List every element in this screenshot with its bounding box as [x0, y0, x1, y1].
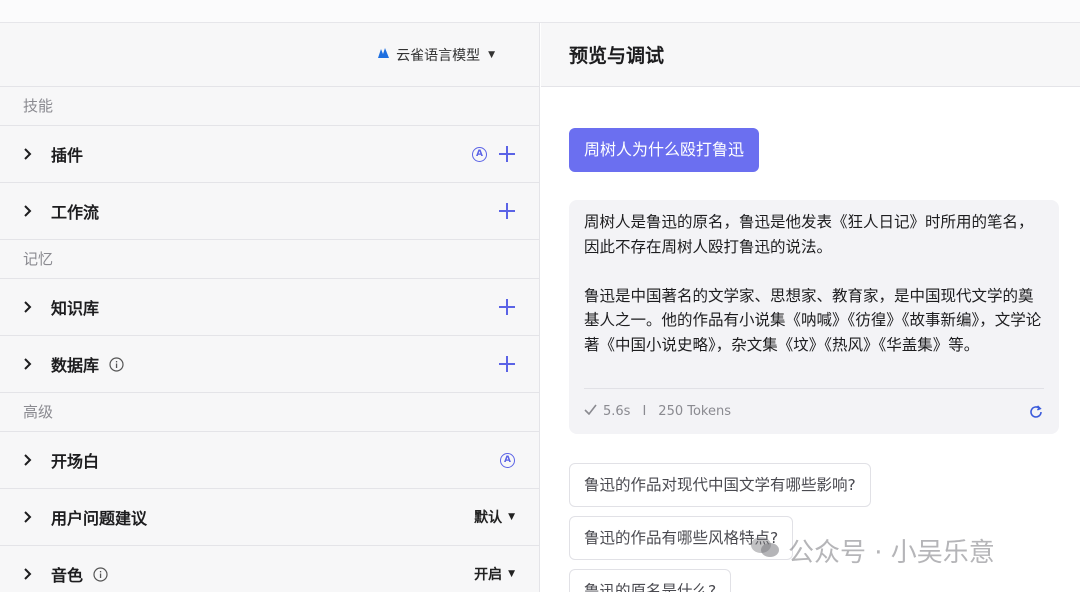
row-label: 音色	[51, 566, 84, 585]
row-plugins[interactable]: 插件 A	[0, 126, 539, 183]
info-icon[interactable]	[93, 566, 108, 582]
model-name: 云雀语言模型	[396, 48, 481, 64]
add-knowledge-button[interactable]	[499, 299, 515, 315]
info-icon[interactable]	[109, 356, 124, 372]
chevron-right-icon[interactable]	[23, 301, 39, 313]
preview-panel: 预览与调试 周树人为什么殴打鲁迅 周树人是鲁迅的原名，鲁迅是他发表《狂人日记》时…	[541, 23, 1080, 592]
auto-icon[interactable]: A	[472, 146, 487, 162]
row-opening[interactable]: 开场白 A	[0, 432, 539, 489]
row-label: 数据库	[51, 356, 100, 375]
chevron-down-icon: ▼	[508, 512, 515, 522]
refresh-icon[interactable]	[1028, 404, 1044, 420]
config-panel: 云雀语言模型 ▼ 技能 插件 A 工作流 记忆 知识库 数据库 高级 开场白 A…	[0, 23, 540, 592]
chevron-right-icon[interactable]	[23, 205, 39, 217]
row-voice[interactable]: 音色 开启 ▼	[0, 546, 539, 592]
chevron-right-icon[interactable]	[23, 148, 39, 160]
row-suggestions[interactable]: 用户问题建议 默认 ▼	[0, 489, 539, 546]
select-value: 默认	[474, 510, 503, 526]
model-logo-icon	[377, 47, 390, 63]
meta-separator: I	[642, 404, 647, 419]
bot-message: 周树人是鲁迅的原名，鲁迅是他发表《狂人日记》时所用的笔名，因此不存在周树人殴打鲁…	[569, 200, 1059, 434]
voice-select[interactable]: 开启 ▼	[474, 564, 515, 584]
row-label: 插件	[51, 146, 84, 165]
suggested-question[interactable]: 鲁迅的作品对现代中国文学有哪些影响?	[569, 463, 871, 507]
message-meta: 5.6s I 250 Tokens	[584, 388, 1044, 434]
row-label: 用户问题建议	[51, 509, 148, 528]
check-icon	[584, 404, 597, 419]
add-workflow-button[interactable]	[499, 203, 515, 219]
user-message: 周树人为什么殴打鲁迅	[569, 128, 760, 172]
top-bar	[0, 0, 1080, 23]
add-database-button[interactable]	[499, 356, 515, 372]
token-count: 250 Tokens	[658, 404, 732, 419]
auto-icon[interactable]: A	[500, 452, 515, 468]
suggested-question[interactable]: 鲁迅的作品有哪些风格特点?	[569, 516, 794, 560]
bot-paragraph: 周树人是鲁迅的原名，鲁迅是他发表《狂人日记》时所用的笔名，因此不存在周树人殴打鲁…	[584, 213, 1034, 256]
row-label: 知识库	[51, 299, 100, 318]
page-title: 预览与调试	[569, 45, 665, 67]
section-title-memory: 记忆	[0, 240, 539, 279]
model-selector[interactable]: 云雀语言模型 ▼	[377, 45, 495, 65]
row-database[interactable]: 数据库	[0, 336, 539, 393]
section-title-advanced: 高级	[0, 393, 539, 432]
chevron-right-icon[interactable]	[23, 568, 39, 580]
chevron-right-icon[interactable]	[23, 454, 39, 466]
section-title-skills: 技能	[0, 87, 539, 126]
config-header: 云雀语言模型 ▼	[0, 23, 539, 87]
bot-paragraph: 鲁迅是中国著名的文学家、思想家、教育家，是中国现代文学的奠基人之一。他的作品有小…	[584, 286, 1042, 354]
chevron-down-icon: ▼	[508, 569, 515, 579]
select-value: 开启	[474, 567, 503, 583]
row-label: 工作流	[51, 203, 100, 222]
suggestion-mode-select[interactable]: 默认 ▼	[474, 507, 515, 527]
response-time: 5.6s	[603, 404, 631, 419]
chevron-right-icon[interactable]	[23, 358, 39, 370]
preview-header: 预览与调试	[541, 23, 1080, 87]
add-plugin-button[interactable]	[499, 146, 515, 162]
bot-message-text: 周树人是鲁迅的原名，鲁迅是他发表《狂人日记》时所用的笔名，因此不存在周树人殴打鲁…	[584, 210, 1044, 357]
row-label: 开场白	[51, 452, 100, 471]
row-workflow[interactable]: 工作流	[0, 183, 539, 240]
suggested-question[interactable]: 鲁迅的原名是什么?	[569, 569, 732, 592]
chevron-down-icon: ▼	[488, 50, 495, 60]
chevron-right-icon[interactable]	[23, 511, 39, 523]
row-knowledge[interactable]: 知识库	[0, 279, 539, 336]
